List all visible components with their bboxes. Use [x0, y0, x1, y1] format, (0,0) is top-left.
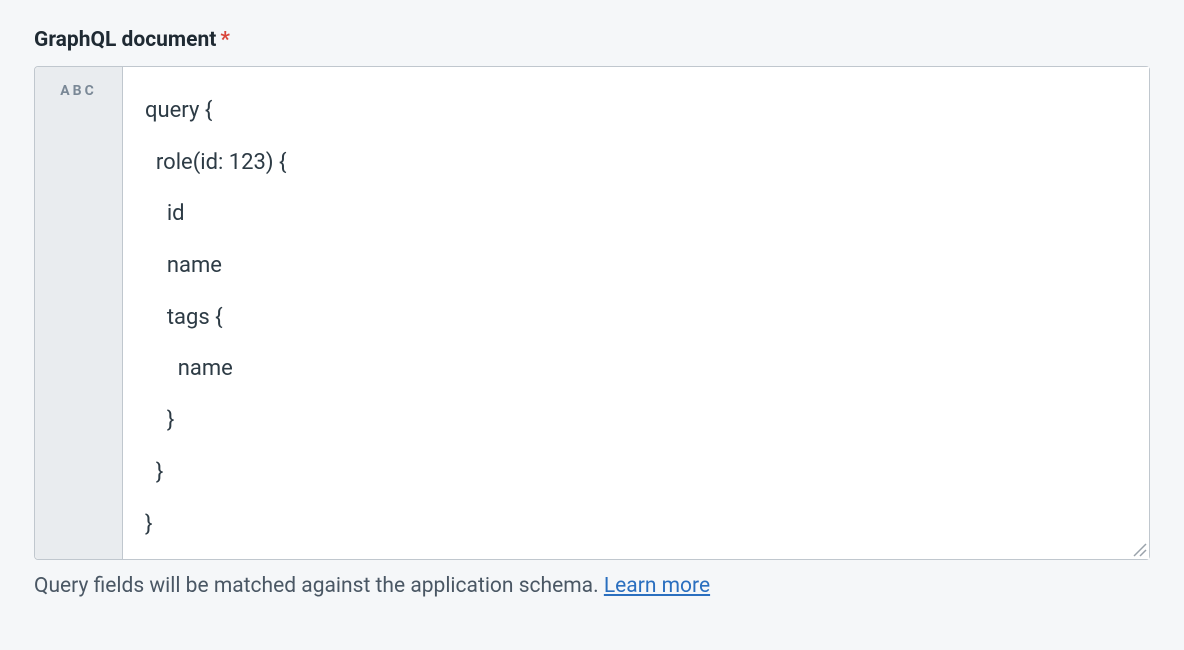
field-label-text: GraphQL document — [34, 28, 216, 52]
help-text-content: Query fields will be matched against the… — [34, 574, 604, 598]
learn-more-link[interactable]: Learn more — [604, 574, 710, 598]
graphql-document-editor[interactable]: ABC — [34, 66, 1150, 560]
abc-label: ABC — [35, 83, 122, 99]
required-asterisk: * — [220, 28, 230, 52]
field-label: GraphQL document* — [34, 28, 1150, 52]
editor-gutter: ABC — [35, 67, 123, 559]
help-text: Query fields will be matched against the… — [34, 574, 1150, 598]
graphql-document-textarea[interactable] — [123, 67, 1149, 559]
